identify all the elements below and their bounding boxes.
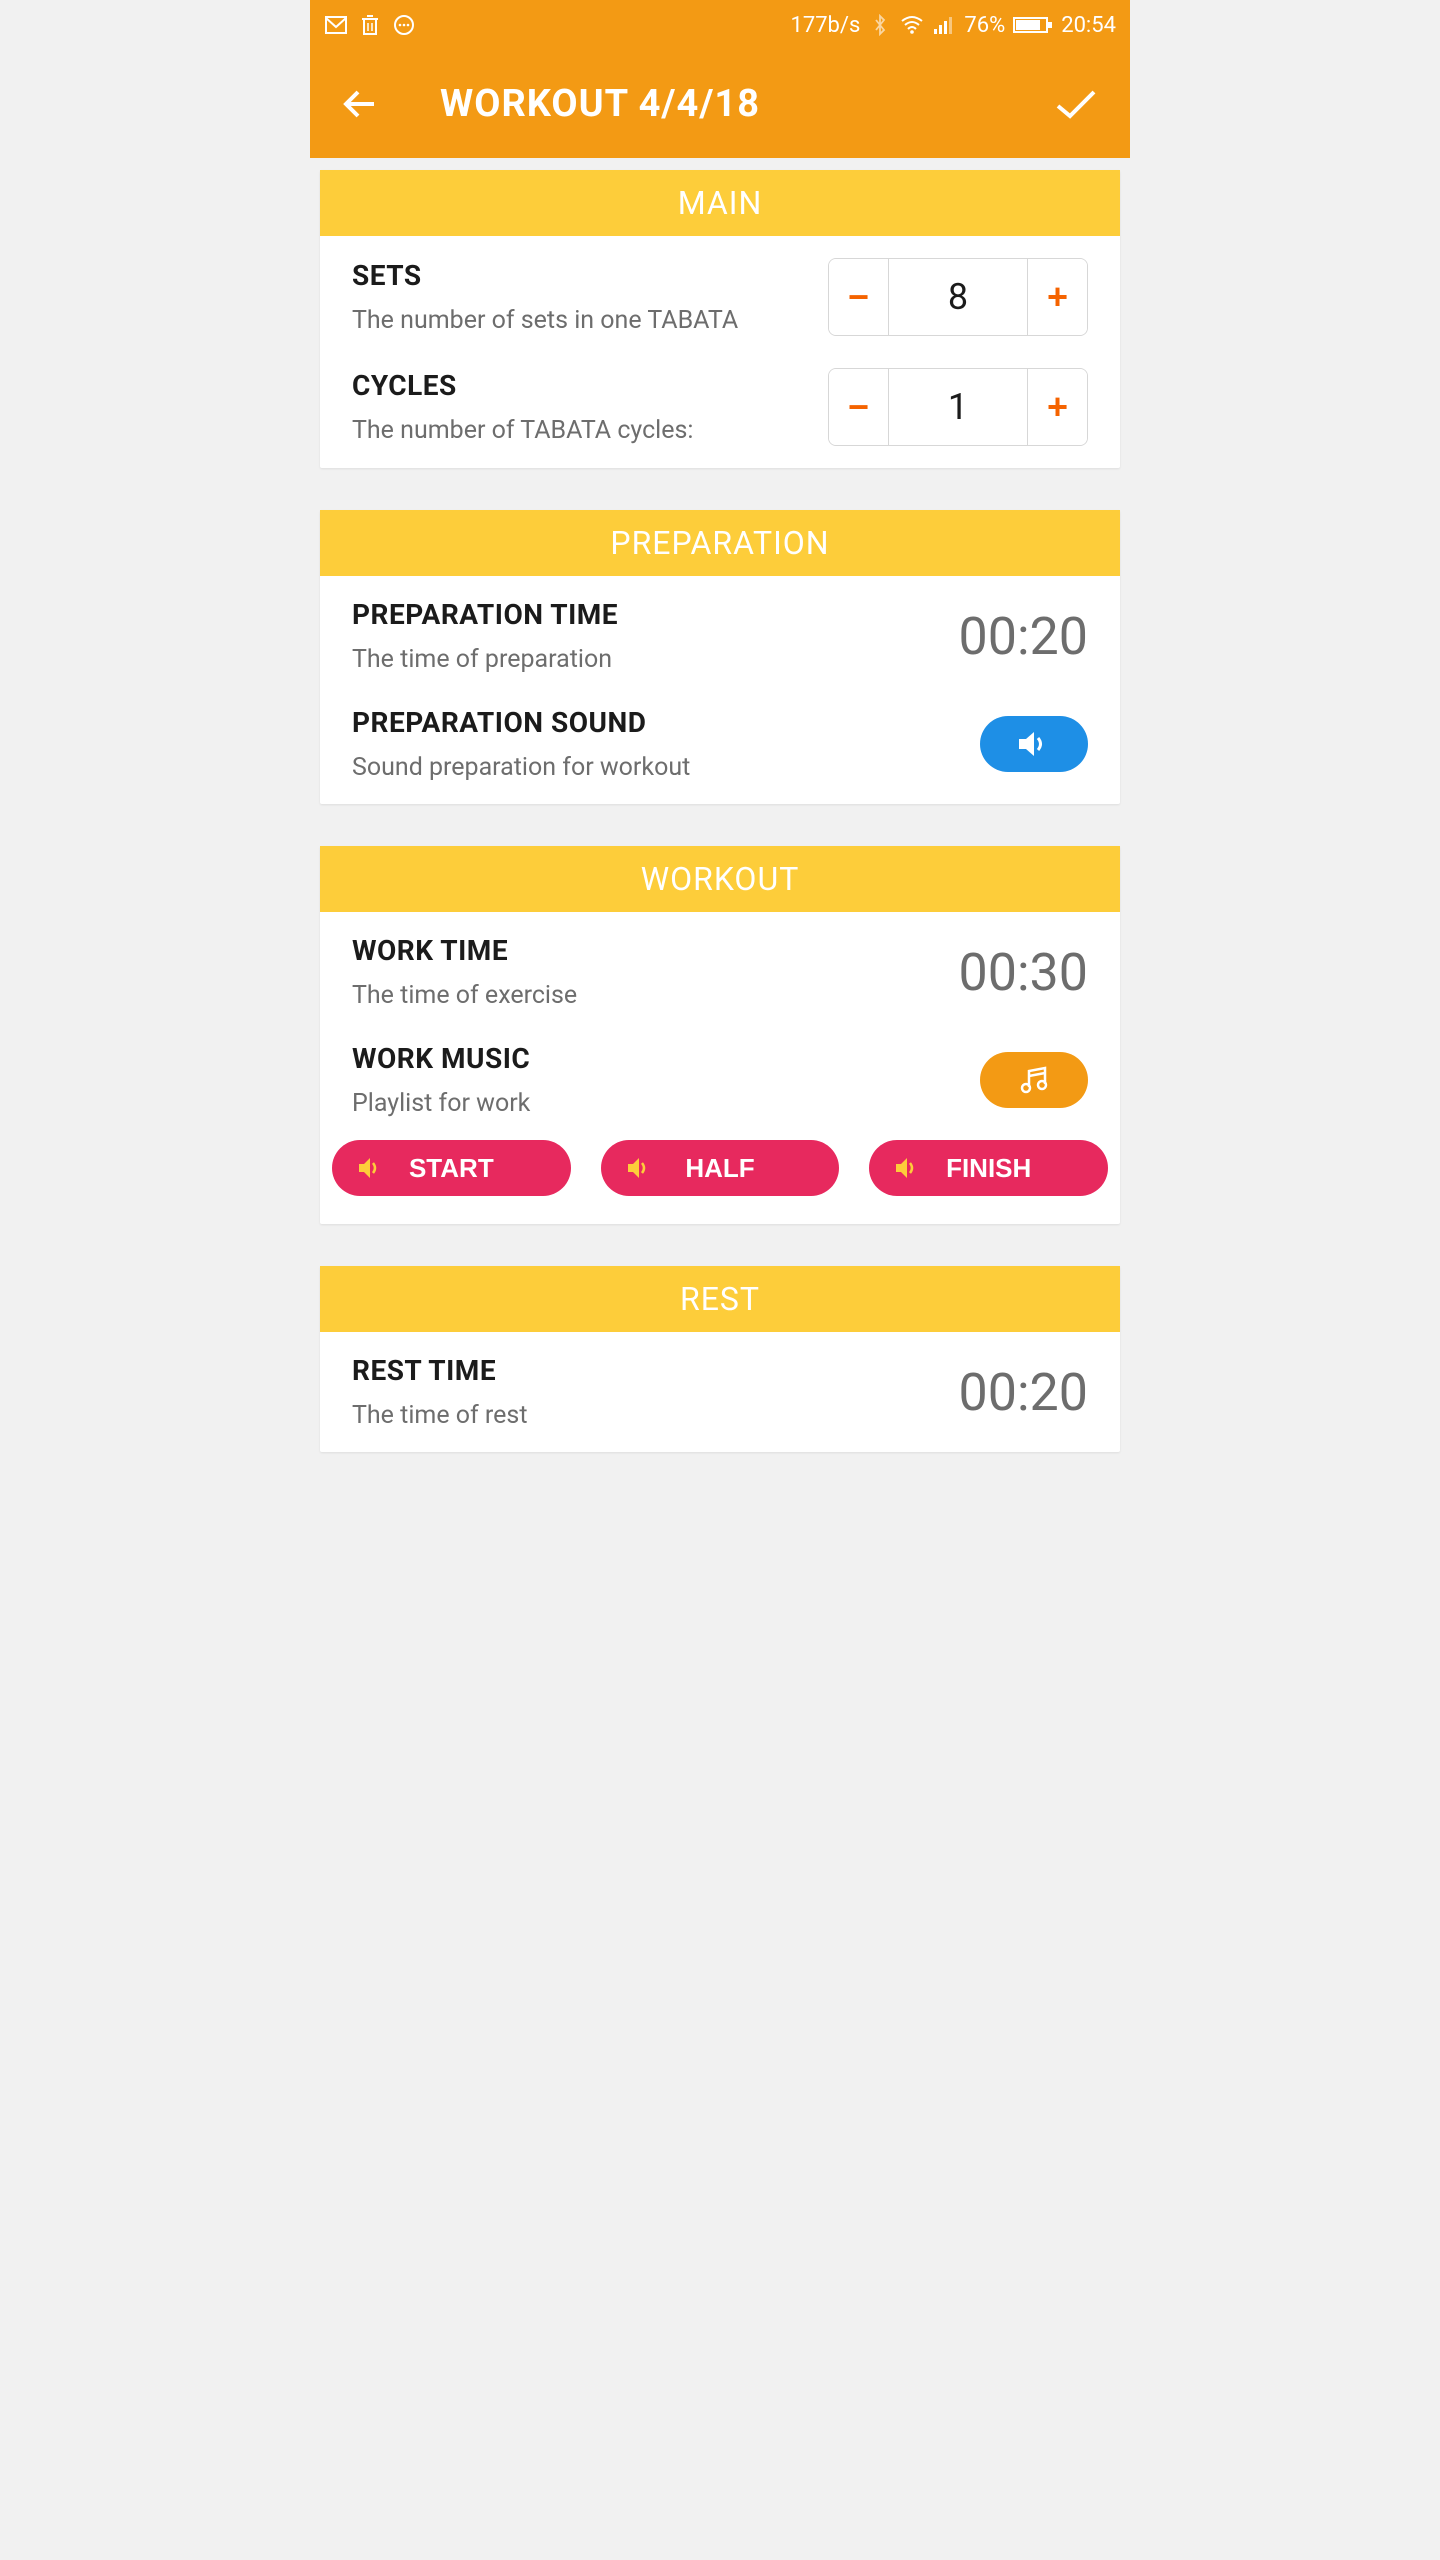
row-sets: SETS The number of sets in one TABATA − … [320, 236, 1120, 358]
work-time-sub: The time of exercise [352, 981, 959, 1010]
workout-chips: START HALF FINISH [320, 1140, 1120, 1224]
clock: 20:54 [1061, 13, 1116, 38]
card-header-rest: REST [320, 1266, 1120, 1332]
gmail-icon [324, 13, 348, 37]
signal-icon [932, 13, 956, 37]
card-rest: REST REST TIME The time of rest 00:20 [320, 1266, 1120, 1452]
music-note-icon [1017, 1065, 1051, 1095]
prep-time-sub: The time of preparation [352, 645, 959, 674]
work-music-button[interactable] [980, 1052, 1088, 1108]
prep-sound-sub: Sound preparation for workout [352, 753, 980, 782]
sets-plus-button[interactable]: + [1027, 259, 1087, 335]
net-speed: 177b/s [790, 13, 860, 38]
cycles-stepper: − 1 + [828, 368, 1088, 446]
chip-half-label: HALF [685, 1153, 754, 1184]
app-bar: WORKOUT 4/4/18 [310, 50, 1130, 158]
prep-time-value: 00:20 [959, 606, 1089, 667]
row-prep-sound: PREPARATION SOUND Sound preparation for … [320, 696, 1120, 804]
wifi-icon [900, 13, 924, 37]
page-title: WORKOUT 4/4/18 [440, 82, 760, 126]
work-time-value: 00:30 [959, 942, 1089, 1003]
card-preparation: PREPARATION PREPARATION TIME The time of… [320, 510, 1120, 804]
sets-value: 8 [889, 259, 1027, 335]
row-work-time[interactable]: WORK TIME The time of exercise 00:30 [320, 912, 1120, 1032]
rest-time-title: REST TIME [352, 1354, 959, 1387]
cycles-value: 1 [889, 369, 1027, 445]
trash-icon [358, 13, 382, 37]
work-music-title: WORK MUSIC [352, 1042, 980, 1075]
chip-half[interactable]: HALF [601, 1140, 840, 1196]
speaker-icon [895, 1157, 921, 1179]
card-header-preparation: PREPARATION [320, 510, 1120, 576]
speaker-icon [627, 1157, 653, 1179]
prep-time-title: PREPARATION TIME [352, 598, 959, 631]
row-work-music: WORK MUSIC Playlist for work [320, 1032, 1120, 1140]
cycles-sub: The number of TABATA cycles: [352, 416, 828, 445]
rest-time-value: 00:20 [959, 1362, 1089, 1423]
card-workout: WORKOUT WORK TIME The time of exercise 0… [320, 846, 1120, 1224]
row-rest-time[interactable]: REST TIME The time of rest 00:20 [320, 1332, 1120, 1452]
card-header-main: MAIN [320, 170, 1120, 236]
battery-icon [1013, 13, 1053, 37]
prep-sound-toggle[interactable] [980, 716, 1088, 772]
cycles-title: CYCLES [352, 369, 828, 402]
card-header-workout: WORKOUT [320, 846, 1120, 912]
chip-finish-label: FINISH [946, 1153, 1031, 1184]
work-time-title: WORK TIME [352, 934, 959, 967]
sets-sub: The number of sets in one TABATA [352, 306, 828, 335]
sets-title: SETS [352, 259, 828, 292]
chip-start-label: START [409, 1153, 494, 1184]
prep-sound-title: PREPARATION SOUND [352, 706, 980, 739]
speaker-icon [1017, 730, 1051, 758]
bluetooth-icon [868, 13, 892, 37]
status-bar: 177b/s 76% 20:54 [310, 0, 1130, 50]
sets-minus-button[interactable]: − [829, 259, 889, 335]
back-arrow-icon[interactable] [340, 84, 380, 124]
rest-time-sub: The time of rest [352, 1401, 959, 1430]
cycles-minus-button[interactable]: − [829, 369, 889, 445]
speaker-icon [358, 1157, 384, 1179]
cycles-plus-button[interactable]: + [1027, 369, 1087, 445]
card-main: MAIN SETS The number of sets in one TABA… [320, 170, 1120, 468]
battery-pct: 76% [964, 13, 1005, 38]
confirm-check-icon[interactable] [1052, 86, 1100, 122]
chip-finish[interactable]: FINISH [869, 1140, 1108, 1196]
row-cycles: CYCLES The number of TABATA cycles: − 1 … [320, 358, 1120, 468]
row-prep-time[interactable]: PREPARATION TIME The time of preparation… [320, 576, 1120, 696]
work-music-sub: Playlist for work [352, 1089, 980, 1118]
more-circle-icon [392, 13, 416, 37]
chip-start[interactable]: START [332, 1140, 571, 1196]
sets-stepper: − 8 + [828, 258, 1088, 336]
